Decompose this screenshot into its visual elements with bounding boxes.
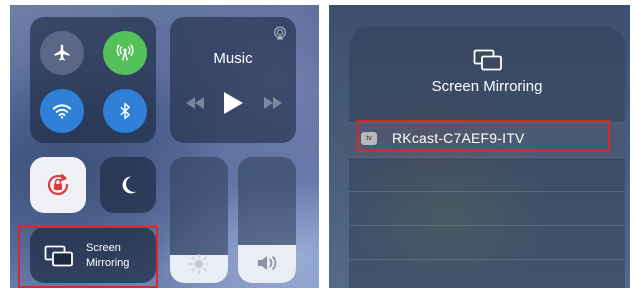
brightness-icon bbox=[189, 254, 209, 274]
sheet-title: Screen Mirroring bbox=[431, 78, 543, 95]
screen-mirroring-panel: Screen Mirroring tv RKcast-C7AEF9-ITV bbox=[329, 5, 630, 288]
bluetooth-icon bbox=[120, 102, 130, 120]
screen-mirroring-label-line2: Mirroring bbox=[86, 257, 130, 269]
screen-mirroring-header-icon bbox=[473, 49, 502, 71]
apple-tv-icon: tv bbox=[361, 132, 377, 145]
divider bbox=[349, 157, 625, 158]
divider bbox=[349, 225, 625, 226]
screen-mirroring-button[interactable]: Screen Mirroring bbox=[30, 227, 156, 283]
play-icon[interactable] bbox=[222, 91, 244, 115]
device-name: RKcast-C7AEF9-ITV bbox=[392, 130, 525, 146]
music-module[interactable]: Music bbox=[170, 17, 296, 143]
brightness-slider[interactable] bbox=[170, 157, 228, 283]
screen-mirroring-label-line1: Screen bbox=[86, 242, 121, 254]
orientation-lock-icon bbox=[47, 173, 69, 196]
wifi-toggle[interactable] bbox=[40, 89, 84, 133]
screen-mirroring-icon bbox=[44, 245, 73, 267]
airplane-icon bbox=[54, 44, 70, 61]
rewind-icon[interactable] bbox=[184, 95, 206, 111]
fast-forward-icon[interactable] bbox=[262, 95, 284, 111]
control-center-panel: Music Screen Mirroring bbox=[10, 5, 319, 288]
music-title: Music bbox=[213, 50, 253, 67]
do-not-disturb-toggle[interactable] bbox=[100, 157, 156, 213]
divider bbox=[349, 259, 625, 260]
airplane-mode-toggle[interactable] bbox=[40, 31, 84, 75]
cellular-data-icon bbox=[116, 44, 134, 61]
orientation-lock-toggle[interactable] bbox=[30, 157, 86, 213]
cellular-data-toggle[interactable] bbox=[103, 31, 147, 75]
bluetooth-toggle[interactable] bbox=[103, 89, 147, 133]
volume-slider[interactable] bbox=[238, 157, 296, 283]
divider bbox=[349, 191, 625, 192]
connectivity-module bbox=[30, 17, 156, 143]
device-list-item[interactable]: tv RKcast-C7AEF9-ITV bbox=[349, 123, 625, 157]
moon-icon bbox=[122, 176, 137, 194]
volume-icon bbox=[258, 256, 277, 270]
airplay-audio-icon[interactable] bbox=[272, 25, 288, 41]
wifi-icon bbox=[52, 104, 72, 119]
